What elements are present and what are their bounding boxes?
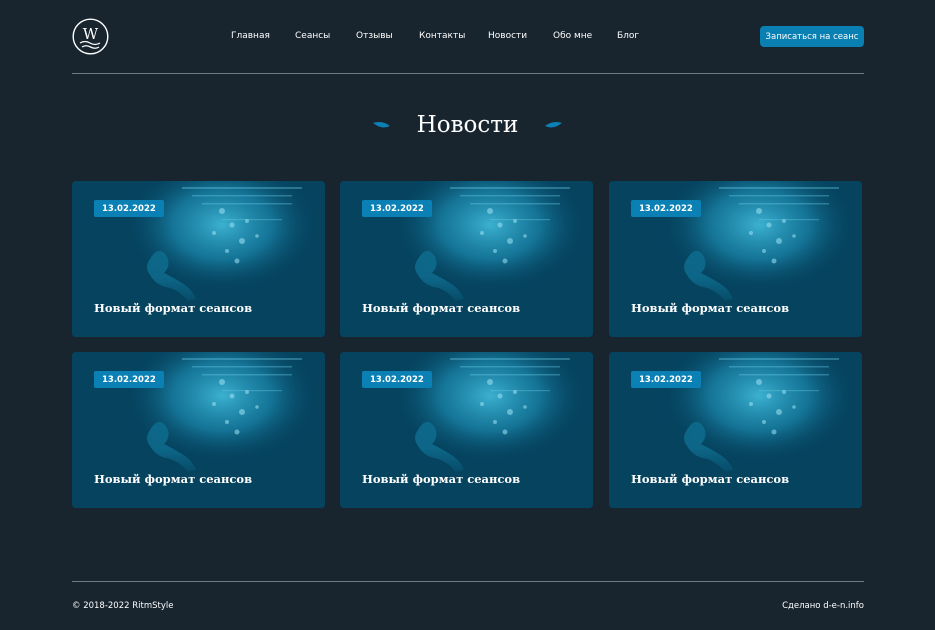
nav-item-blog[interactable]: Блог	[617, 30, 639, 42]
news-card[interactable]: 13.02.2022 Новый формат сеансов	[72, 352, 325, 508]
news-card-title[interactable]: Новый формат сеансов	[631, 301, 789, 315]
news-date-badge: 13.02.2022	[362, 200, 432, 217]
made-by-link[interactable]: Сделано d-e-n.info	[782, 601, 864, 611]
news-date-badge: 13.02.2022	[631, 371, 701, 388]
nav-item-home[interactable]: Главная	[231, 30, 270, 42]
news-date-badge: 13.02.2022	[94, 371, 164, 388]
page-title: Новости	[416, 112, 519, 138]
news-card-title[interactable]: Новый формат сеансов	[94, 301, 252, 315]
news-card-title[interactable]: Новый формат сеансов	[94, 472, 252, 486]
news-card[interactable]: 13.02.2022 Новый формат сеансов	[609, 352, 862, 508]
nav-item-about[interactable]: Обо мне	[553, 30, 592, 42]
main-nav: Главная Сеансы Отзывы Контакты Новости О…	[72, 30, 864, 44]
news-card-title[interactable]: Новый формат сеансов	[362, 472, 520, 486]
header-divider	[72, 73, 864, 74]
book-session-button[interactable]: Записаться на сеанс	[760, 26, 864, 47]
nav-item-sessions[interactable]: Сеансы	[295, 30, 330, 42]
page-heading: Новости	[0, 108, 935, 142]
nav-item-news[interactable]: Новости	[488, 30, 527, 42]
right-leaf-icon	[545, 122, 562, 128]
site-header: W Главная Сеансы Отзывы Контакты Новости…	[72, 16, 864, 56]
news-card[interactable]: 13.02.2022 Новый формат сеансов	[340, 352, 593, 508]
news-card[interactable]: 13.02.2022 Новый формат сеансов	[340, 181, 593, 337]
copyright-text: © 2018-2022 RitmStyle	[72, 601, 174, 611]
news-card-title[interactable]: Новый формат сеансов	[631, 472, 789, 486]
footer-divider	[72, 581, 864, 582]
news-date-badge: 13.02.2022	[94, 200, 164, 217]
news-card[interactable]: 13.02.2022 Новый формат сеансов	[609, 181, 862, 337]
news-date-badge: 13.02.2022	[362, 371, 432, 388]
news-card-title[interactable]: Новый формат сеансов	[362, 301, 520, 315]
nav-item-reviews[interactable]: Отзывы	[356, 30, 393, 42]
news-card[interactable]: 13.02.2022 Новый формат сеансов	[72, 181, 325, 337]
nav-item-contacts[interactable]: Контакты	[419, 30, 465, 42]
news-date-badge: 13.02.2022	[631, 200, 701, 217]
